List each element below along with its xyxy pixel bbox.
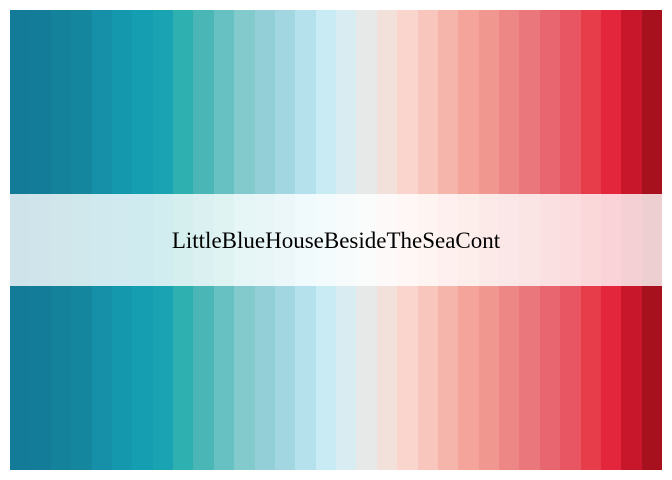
palette-preview: LittleBlueHouseBesideTheSeaCont xyxy=(10,10,662,470)
palette-name: LittleBlueHouseBesideTheSeaCont xyxy=(171,227,501,253)
palette-name-band: LittleBlueHouseBesideTheSeaCont xyxy=(10,194,662,286)
